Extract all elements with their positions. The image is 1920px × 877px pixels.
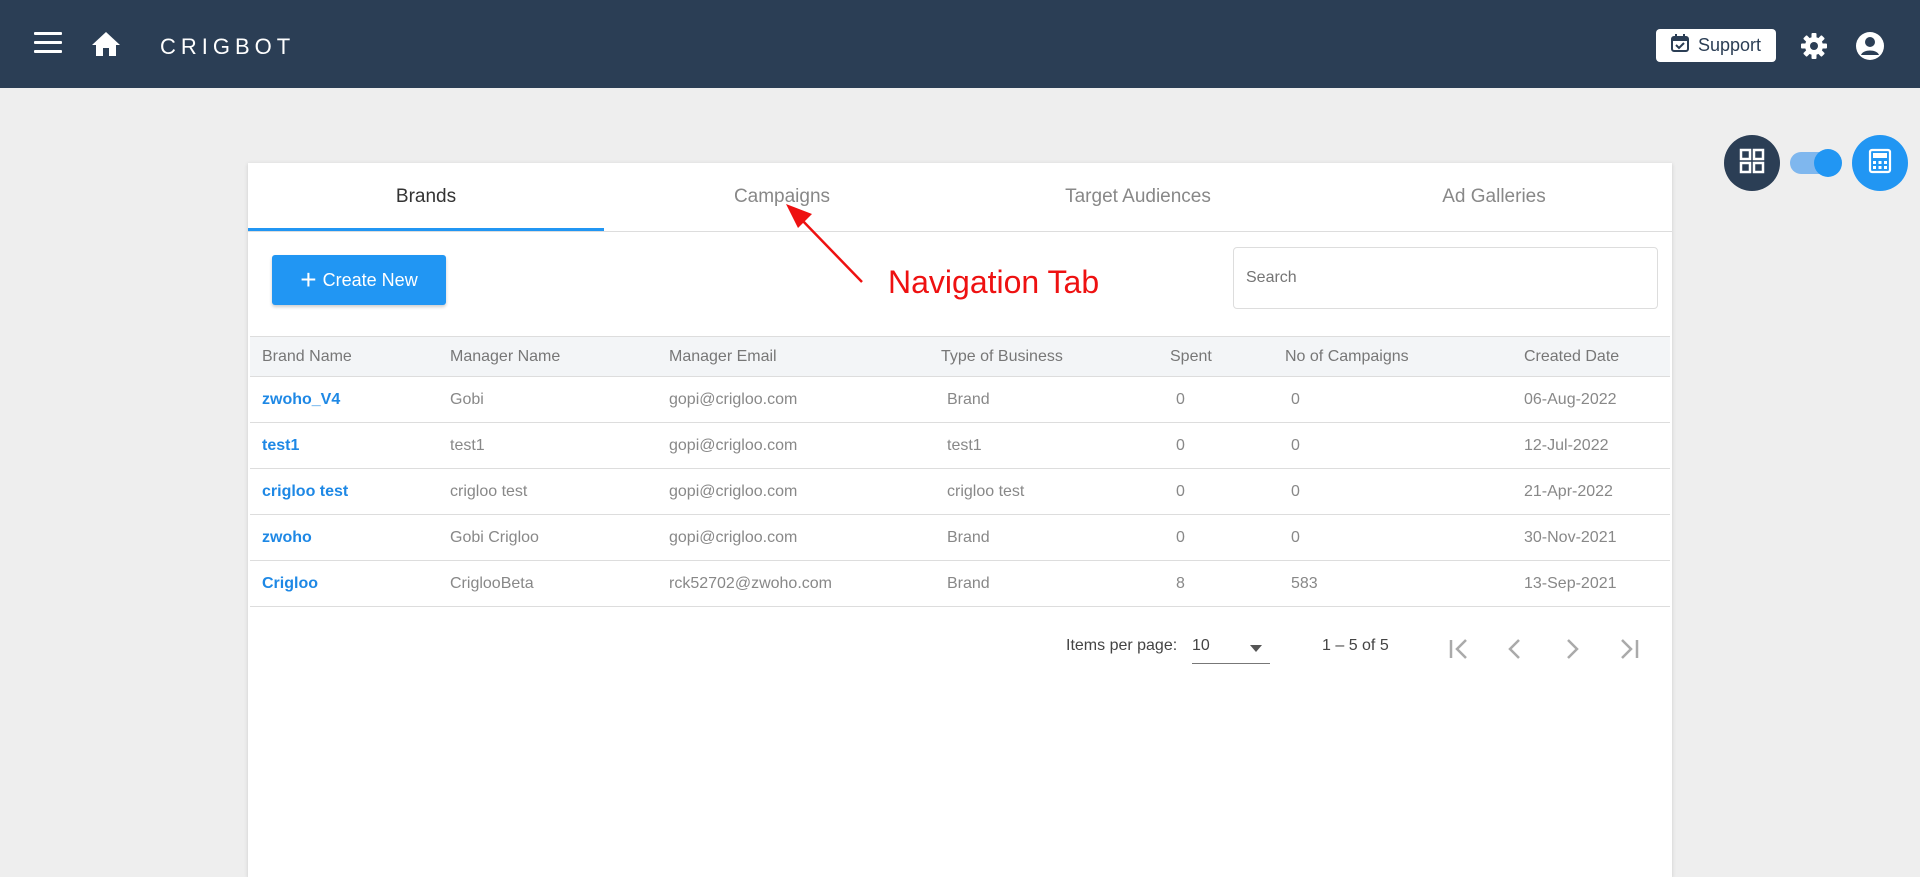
campaign-count-cell: 0 (1285, 514, 1524, 561)
navigation-tabs: Brands Campaigns Target Audiences Ad Gal… (248, 163, 1672, 232)
home-icon[interactable] (90, 30, 122, 58)
brands-table: Brand Name Manager Name Manager Email Ty… (250, 336, 1670, 607)
tab-target-audiences[interactable]: Target Audiences (960, 163, 1316, 231)
manager-name-cell: crigloo test (450, 468, 669, 515)
tab-brands[interactable]: Brands (248, 163, 604, 231)
spent-cell: 0 (1170, 468, 1285, 515)
spent-cell: 8 (1170, 560, 1285, 607)
manager-name-cell: CriglooBeta (450, 560, 669, 607)
table-row: zwoho_V4 Gobi gopi@crigloo.com Brand 0 0… (250, 376, 1670, 423)
active-tab-indicator (248, 228, 604, 231)
table-header-row: Brand Name Manager Name Manager Email Ty… (250, 336, 1670, 377)
items-per-page-select[interactable]: 10 (1192, 633, 1270, 664)
annotation-label: Navigation Tab (888, 264, 1100, 300)
column-header-manager-name[interactable]: Manager Name (450, 336, 669, 377)
first-page-button[interactable] (1442, 631, 1478, 667)
tab-campaigns[interactable]: Campaigns (604, 163, 960, 231)
search-input[interactable] (1233, 247, 1658, 309)
support-button[interactable]: Support (1656, 29, 1776, 62)
column-header-no-of-campaigns[interactable]: No of Campaigns (1285, 336, 1524, 377)
campaign-count-cell: 0 (1285, 468, 1524, 515)
table-row: test1 test1 gopi@crigloo.com test1 0 0 1… (250, 422, 1670, 469)
toggle-knob (1814, 149, 1842, 177)
calculator-icon (1867, 148, 1893, 179)
business-type-cell: crigloo test (941, 468, 1170, 515)
created-date-cell: 13-Sep-2021 (1524, 560, 1670, 607)
grid-view-button[interactable] (1724, 135, 1780, 191)
account-circle-icon[interactable] (1855, 31, 1885, 61)
created-date-cell: 30-Nov-2021 (1524, 514, 1670, 561)
manager-email-cell: rck52702@zwoho.com (669, 560, 941, 607)
calculator-button[interactable] (1852, 135, 1908, 191)
column-header-created-date[interactable]: Created Date (1524, 336, 1670, 377)
brand-name-link[interactable]: Crigloo (250, 560, 450, 607)
page-range-label: 1 – 5 of 5 (1322, 637, 1389, 654)
previous-page-button[interactable] (1498, 631, 1534, 667)
column-header-type-of-business[interactable]: Type of Business (941, 336, 1170, 377)
brand-name-link[interactable]: zwoho_V4 (250, 376, 450, 423)
last-page-button[interactable] (1610, 631, 1646, 667)
grid-view-icon (1739, 148, 1765, 179)
table-row: crigloo test crigloo test gopi@crigloo.c… (250, 468, 1670, 515)
menu-icon[interactable] (34, 32, 62, 56)
items-per-page-value: 10 (1192, 637, 1210, 654)
view-toggle-switch[interactable] (1790, 149, 1842, 177)
created-date-cell: 21-Apr-2022 (1524, 468, 1670, 515)
column-header-brand-name[interactable]: Brand Name (250, 336, 450, 377)
manager-email-cell: gopi@crigloo.com (669, 422, 941, 469)
manager-name-cell: test1 (450, 422, 669, 469)
column-header-spent[interactable]: Spent (1170, 336, 1285, 377)
brand-name-link[interactable]: crigloo test (250, 468, 450, 515)
business-type-cell: Brand (941, 560, 1170, 607)
campaign-count-cell: 583 (1285, 560, 1524, 607)
table-row: zwoho Gobi Crigloo gopi@crigloo.com Bran… (250, 514, 1670, 561)
next-page-button[interactable] (1554, 631, 1590, 667)
tab-ad-galleries[interactable]: Ad Galleries (1316, 163, 1672, 231)
created-date-cell: 06-Aug-2022 (1524, 376, 1670, 423)
support-label: Support (1698, 35, 1762, 55)
manager-name-cell: Gobi Crigloo (450, 514, 669, 561)
spent-cell: 0 (1170, 376, 1285, 423)
dropdown-caret-icon (1250, 645, 1262, 652)
first-page-icon (1449, 639, 1467, 659)
gear-icon[interactable] (1799, 31, 1829, 61)
paginator: Items per page: 10 1 – 5 of 5 (248, 623, 1672, 673)
campaign-count-cell: 0 (1285, 422, 1524, 469)
spent-cell: 0 (1170, 514, 1285, 561)
items-per-page-label: Items per page: (1066, 637, 1178, 654)
last-page-icon (1621, 639, 1639, 659)
create-new-label: Create New (322, 269, 418, 290)
calendar-check-icon (1670, 33, 1690, 58)
chevron-right-icon (1567, 639, 1579, 659)
business-type-cell: Brand (941, 376, 1170, 423)
column-header-manager-email[interactable]: Manager Email (669, 336, 941, 377)
manager-name-cell: Gobi (450, 376, 669, 423)
manager-email-cell: gopi@crigloo.com (669, 468, 941, 515)
brand-name-link[interactable]: test1 (250, 422, 450, 469)
spent-cell: 0 (1170, 422, 1285, 469)
brand-name-link[interactable]: zwoho (250, 514, 450, 561)
business-type-cell: Brand (941, 514, 1170, 561)
create-new-button[interactable]: + Create New (272, 255, 446, 305)
app-brand-name: CRIGBOT (160, 34, 296, 59)
campaign-count-cell: 0 (1285, 376, 1524, 423)
created-date-cell: 12-Jul-2022 (1524, 422, 1670, 469)
table-row: Crigloo CriglooBeta rck52702@zwoho.com B… (250, 560, 1670, 607)
manager-email-cell: gopi@crigloo.com (669, 376, 941, 423)
chevron-left-icon (1508, 639, 1520, 659)
top-app-bar: CRIGBOT Support (0, 0, 1920, 88)
manager-email-cell: gopi@crigloo.com (669, 514, 941, 561)
plus-icon: + (300, 264, 317, 295)
business-type-cell: test1 (941, 422, 1170, 469)
